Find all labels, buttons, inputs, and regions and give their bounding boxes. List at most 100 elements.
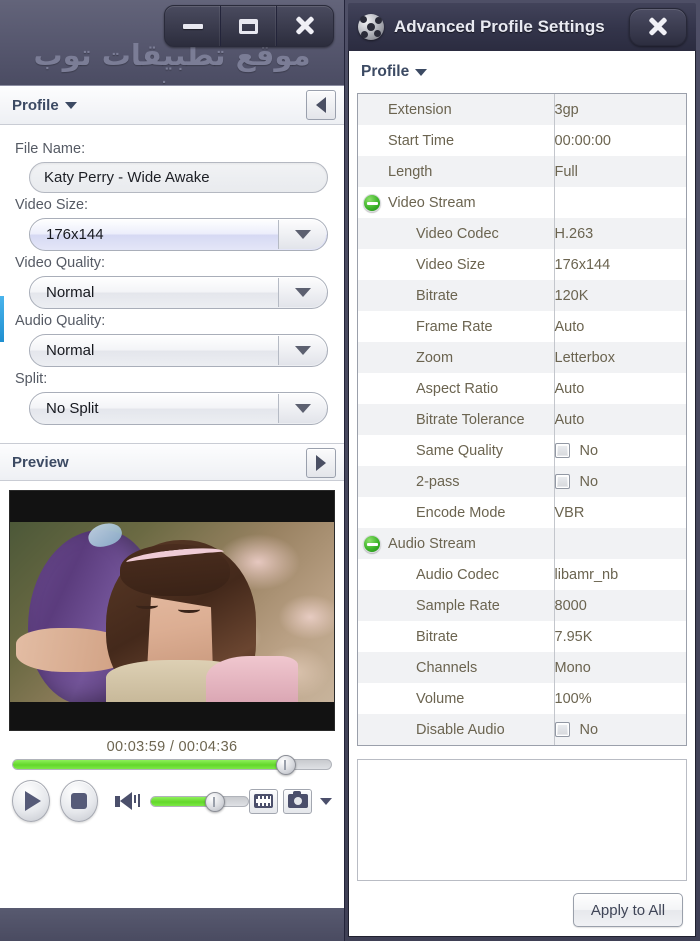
settings-key-label: Sample Rate	[416, 597, 500, 614]
settings-value-label: H.263	[554, 225, 594, 242]
preview-section-header[interactable]: Preview	[0, 443, 344, 481]
settings-row[interactable]: Audio Codec libamr_nb	[358, 559, 686, 590]
settings-row[interactable]: Encode Mode VBR	[358, 497, 686, 528]
preview-label: Preview	[12, 453, 69, 471]
settings-row-value[interactable]	[554, 187, 686, 218]
settings-row-value[interactable]: Mono	[554, 652, 686, 683]
capture-video-button[interactable]	[249, 788, 278, 814]
minimize-button[interactable]	[165, 6, 221, 46]
settings-row-value[interactable]: Auto	[554, 373, 686, 404]
settings-row-value[interactable]: VBR	[554, 497, 686, 528]
stop-button[interactable]	[60, 780, 98, 822]
settings-row-value[interactable]: Auto	[554, 404, 686, 435]
split-dropdown-arrow[interactable]	[278, 394, 326, 423]
collapse-panel-button[interactable]	[306, 90, 336, 120]
settings-row[interactable]: Extension 3gp	[358, 94, 686, 125]
settings-row[interactable]: Disable Audio No	[358, 714, 686, 745]
collapse-group-minus-icon[interactable]	[363, 193, 381, 212]
settings-row-value[interactable]: 00:00:00	[554, 125, 686, 156]
settings-row-value[interactable]: 3gp	[554, 94, 686, 125]
settings-row[interactable]: Video Stream	[358, 187, 686, 218]
settings-row[interactable]: 2-pass No	[358, 466, 686, 497]
settings-value-label: 3gp	[554, 101, 579, 118]
settings-row[interactable]: Same Quality No	[358, 435, 686, 466]
settings-value-label: Mono	[554, 659, 591, 676]
settings-row-value[interactable]: 8000	[554, 590, 686, 621]
settings-row[interactable]: Frame Rate Auto	[358, 311, 686, 342]
play-button[interactable]	[12, 780, 50, 822]
settings-row[interactable]: Channels Mono	[358, 652, 686, 683]
speaker-cone-icon	[120, 792, 132, 810]
expand-preview-button[interactable]	[306, 448, 336, 478]
checkbox-unchecked-icon[interactable]	[554, 722, 570, 737]
mute-button[interactable]	[115, 792, 140, 810]
settings-row[interactable]: Volume 100%	[358, 683, 686, 714]
settings-row-key: Zoom	[358, 342, 555, 373]
settings-row-key: Bitrate	[358, 280, 555, 311]
settings-checkbox-wrap: No	[554, 443, 687, 459]
profile-section-header[interactable]: Profile	[0, 86, 344, 125]
video-quality-dropdown-arrow[interactable]	[278, 278, 326, 307]
capture-menu-chevron-down-icon[interactable]	[320, 797, 332, 805]
settings-key-label: Zoom	[416, 349, 454, 366]
file-name-input[interactable]	[29, 162, 328, 193]
settings-row[interactable]: Bitrate Tolerance Auto	[358, 404, 686, 435]
main-window-footer	[0, 908, 344, 941]
snapshot-button[interactable]	[283, 788, 312, 814]
settings-key-label: Length	[388, 163, 433, 180]
main-window-titlebar: موقع تطبيقات توب سوفت	[0, 0, 344, 106]
settings-row-value[interactable]: Letterbox	[554, 342, 686, 373]
volume-slider[interactable]	[150, 791, 249, 812]
settings-value-label: Letterbox	[554, 349, 615, 366]
settings-row-value[interactable]: 120K	[554, 280, 686, 311]
settings-row[interactable]: Length Full	[358, 156, 686, 187]
settings-row[interactable]: Sample Rate 8000	[358, 590, 686, 621]
preview-eye-right	[178, 606, 200, 613]
volume-slider-handle[interactable]	[205, 791, 226, 812]
settings-row[interactable]: Audio Stream	[358, 528, 686, 559]
seek-slider[interactable]	[12, 755, 332, 775]
settings-row[interactable]: Zoom Letterbox	[358, 342, 686, 373]
settings-row-value[interactable]: 100%	[554, 683, 686, 714]
collapse-group-minus-icon[interactable]	[363, 534, 381, 553]
video-size-dropdown-arrow[interactable]	[278, 220, 326, 249]
audio-quality-dropdown-arrow[interactable]	[278, 336, 326, 365]
audio-quality-select[interactable]: Normal	[29, 334, 328, 367]
settings-row[interactable]: Video Size 176x144	[358, 249, 686, 280]
settings-row-key: Same Quality	[358, 435, 555, 466]
settings-value-label: 7.95K	[554, 628, 593, 645]
settings-row-value[interactable]: Auto	[554, 311, 686, 342]
settings-row[interactable]: Aspect Ratio Auto	[358, 373, 686, 404]
settings-row-key: Video Size	[358, 249, 555, 280]
video-quality-select[interactable]: Normal	[29, 276, 328, 309]
settings-profile-header[interactable]: Profile	[357, 51, 687, 93]
settings-row-value[interactable]: H.263	[554, 218, 686, 249]
settings-row-value[interactable]: No	[554, 714, 686, 745]
settings-row-value[interactable]: 176x144	[554, 249, 686, 280]
settings-close-button[interactable]	[629, 8, 687, 46]
close-button[interactable]	[277, 6, 333, 46]
settings-row-value[interactable]: Full	[554, 156, 686, 187]
settings-row[interactable]: Start Time 00:00:00	[358, 125, 686, 156]
film-strip-icon	[254, 794, 273, 808]
settings-value-label: 120K	[554, 287, 589, 304]
settings-row-key: Volume	[358, 683, 555, 714]
chevron-down-icon[interactable]	[64, 101, 77, 109]
settings-row-value[interactable]: No	[554, 466, 686, 497]
checkbox-unchecked-icon[interactable]	[554, 443, 570, 458]
settings-row-value[interactable]	[554, 528, 686, 559]
apply-to-all-button[interactable]: Apply to All	[573, 893, 683, 927]
chevron-down-icon[interactable]	[415, 68, 428, 76]
checkbox-unchecked-icon[interactable]	[554, 474, 570, 489]
maximize-button[interactable]	[221, 6, 277, 46]
settings-row[interactable]: Bitrate 120K	[358, 280, 686, 311]
settings-row[interactable]: Bitrate 7.95K	[358, 621, 686, 652]
split-select[interactable]: No Split	[29, 392, 328, 425]
video-preview-surface[interactable]	[9, 490, 335, 731]
settings-row-value[interactable]: 7.95K	[554, 621, 686, 652]
settings-row-value[interactable]: libamr_nb	[554, 559, 686, 590]
settings-row[interactable]: Video Codec H.263	[358, 218, 686, 249]
video-size-select[interactable]: 176x144	[29, 218, 328, 251]
settings-row-value[interactable]: No	[554, 435, 686, 466]
settings-value-label: VBR	[554, 504, 585, 521]
